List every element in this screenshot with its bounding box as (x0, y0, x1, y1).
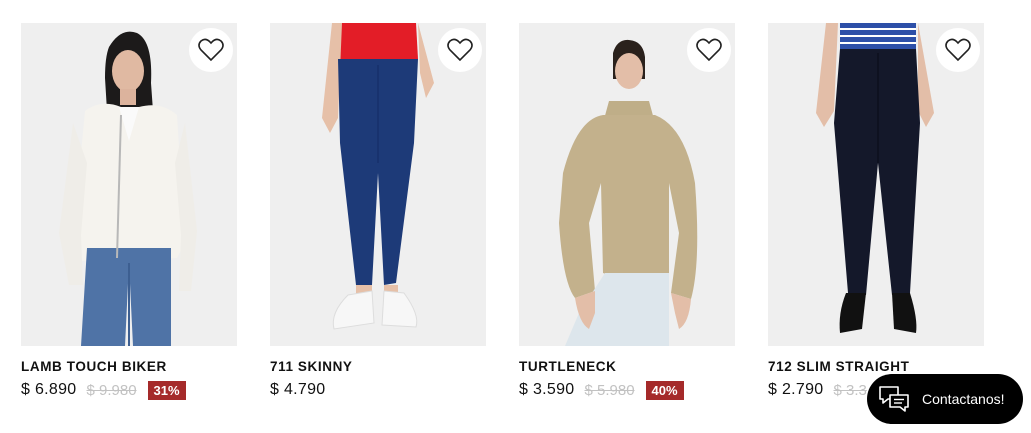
heart-icon (447, 38, 473, 62)
favorite-button[interactable] (687, 28, 731, 72)
heart-icon (696, 38, 722, 62)
product-price: $ 4.790 (270, 381, 326, 398)
original-price: $ 5.980 (584, 381, 635, 399)
product-image[interactable] (270, 23, 486, 346)
price-row: $ 6.890 $ 9.980 31% (21, 380, 237, 400)
price-row: $ 3.590 $ 5.980 40% (519, 380, 735, 400)
heart-icon (945, 38, 971, 62)
favorite-button[interactable] (189, 28, 233, 72)
heart-icon (198, 38, 224, 62)
favorite-button[interactable] (936, 28, 980, 72)
product-photo (21, 23, 237, 346)
product-card[interactable]: 711 SKINNY $ 4.790 (270, 23, 486, 400)
product-name[interactable]: TURTLENECK (519, 359, 735, 374)
discount-badge: 31% (147, 380, 186, 400)
product-card[interactable]: 712 SLIM STRAIGHT $ 2.790 $ 3.3 (768, 23, 984, 400)
original-price: $ 3.3 (833, 381, 867, 399)
product-price: $ 3.590 (519, 381, 575, 398)
product-grid: LAMB TOUCH BIKER $ 6.890 $ 9.980 31% 711… (0, 0, 1031, 433)
discount-badge: 40% (645, 380, 684, 400)
product-photo (270, 23, 486, 346)
product-name[interactable]: LAMB TOUCH BIKER (21, 359, 237, 374)
product-image[interactable] (21, 23, 237, 346)
price-row: $ 4.790 (270, 380, 486, 400)
product-image[interactable] (519, 23, 735, 346)
product-price: $ 6.890 (21, 381, 77, 398)
product-photo (768, 23, 984, 346)
product-price: $ 2.790 (768, 381, 824, 398)
contact-chat-button[interactable]: Contactanos! (867, 374, 1023, 424)
favorite-button[interactable] (438, 28, 482, 72)
product-card[interactable]: TURTLENECK $ 3.590 $ 5.980 40% (519, 23, 735, 400)
product-photo (519, 23, 735, 346)
chat-bubbles-icon (879, 386, 909, 412)
product-name[interactable]: 711 SKINNY (270, 359, 486, 374)
original-price: $ 9.980 (86, 381, 137, 399)
product-image[interactable] (768, 23, 984, 346)
product-name[interactable]: 712 SLIM STRAIGHT (768, 359, 984, 374)
product-card[interactable]: LAMB TOUCH BIKER $ 6.890 $ 9.980 31% (21, 23, 237, 400)
chat-label: Contactanos! (922, 391, 1005, 407)
